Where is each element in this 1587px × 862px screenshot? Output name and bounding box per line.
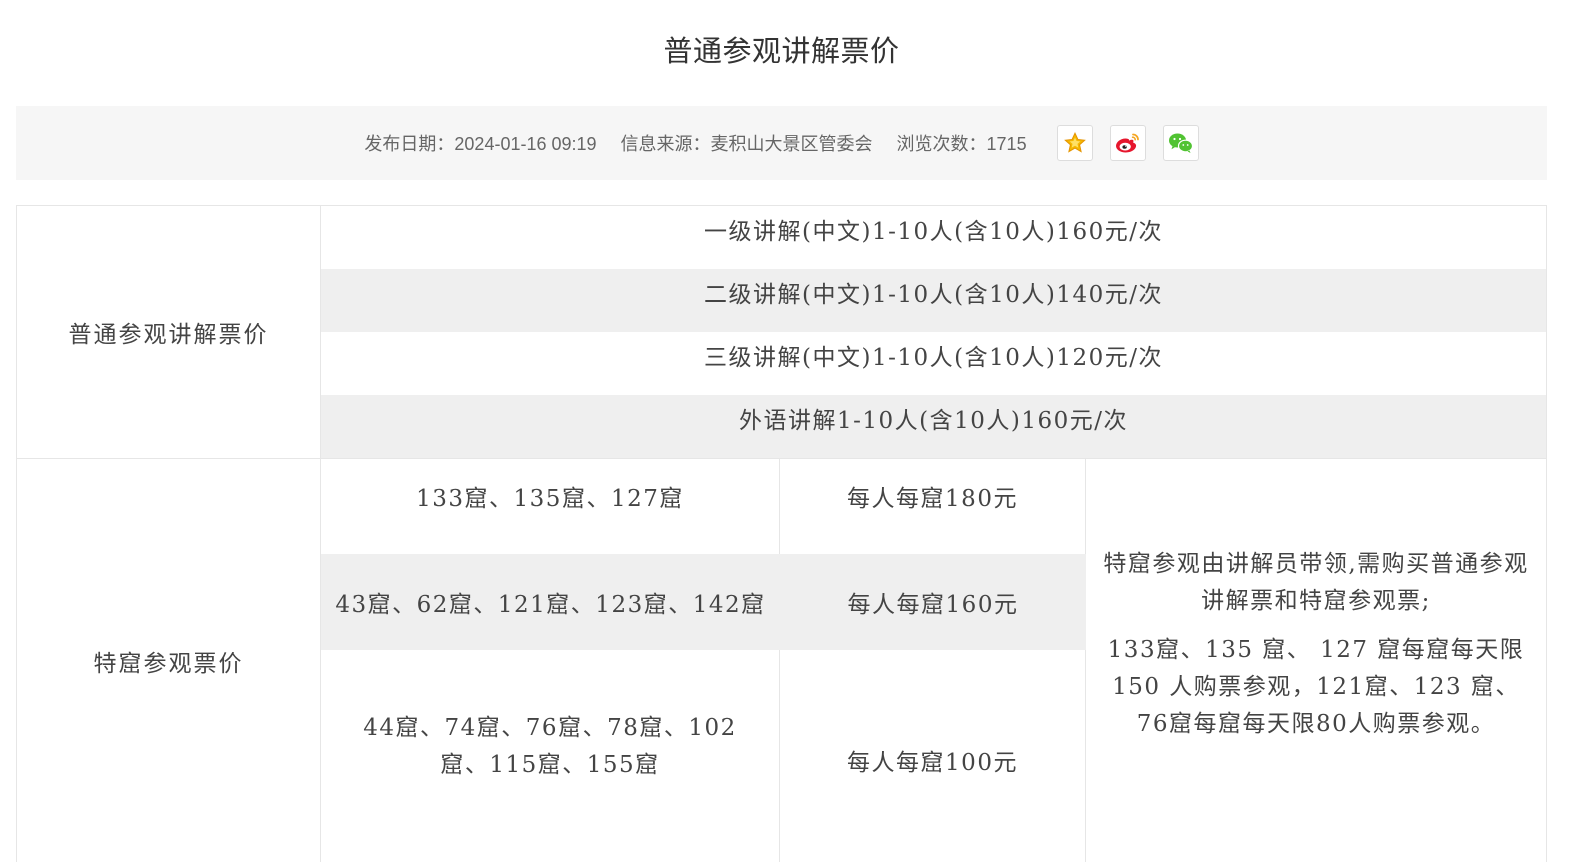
- special-cave-list: 133窟、135窟、127窟: [321, 459, 780, 554]
- guide-price-text: 外语讲解1-10人(含10人)160元/次: [738, 408, 1129, 434]
- special-cave-price: 每人每窟100元: [780, 650, 1086, 862]
- guide-price-text: 一级讲解(中文)1-10人(含10人)160元/次: [704, 219, 1163, 245]
- share-weibo-button[interactable]: [1109, 125, 1146, 161]
- guide-price-row: 三级讲解(中文)1-10人(含10人)120元/次: [321, 332, 1546, 395]
- guide-price-header-text: 普通参观讲解票价: [68, 322, 269, 348]
- guide-price-header: 普通参观讲解票价: [17, 206, 321, 459]
- view-count: 浏览次数：1715: [897, 130, 1027, 156]
- favorite-star-icon: [1063, 132, 1086, 153]
- info-source-value: 麦积山大景区管委会: [710, 134, 873, 154]
- cave-numbers: 44窟、74窟、76窟、78窟、102窟、115窟、155窟: [363, 714, 737, 778]
- special-cave-list: 44窟、74窟、76窟、78窟、102窟、115窟、155窟: [321, 650, 780, 862]
- page-title: 普通参观讲解票价: [663, 36, 900, 68]
- view-count-label: 浏览次数：: [896, 134, 987, 154]
- cave-numbers: 133窟、135窟、127窟: [416, 486, 684, 512]
- special-cave-header-text: 特窟参观票价: [93, 651, 244, 677]
- info-source: 信息来源：麦积山大景区管委会: [621, 130, 873, 156]
- wechat-icon: [1168, 133, 1193, 153]
- favorite-button[interactable]: [1056, 125, 1093, 161]
- publish-date-value: 2024-01-16 09:19: [454, 134, 597, 154]
- publish-date-label: 发布日期：: [364, 134, 455, 154]
- special-cave-notes: 特窟参观由讲解员带领,需购买普通参观讲解票和特窟参观票; 133窟、135 窟、…: [1086, 459, 1546, 829]
- note-paragraph: 133窟、135 窟、 127 窟每窟每天限150 人购票参观，121窟、123…: [1107, 636, 1525, 737]
- cave-numbers: 43窟、62窟、121窟、123窟、142窟: [335, 592, 766, 618]
- special-cave-price: 每人每窟180元: [780, 459, 1086, 554]
- cave-price-text: 每人每窟160元: [847, 592, 1019, 618]
- guide-price-text: 三级讲解(中文)1-10人(含10人)120元/次: [704, 345, 1163, 371]
- guide-price-text: 二级讲解(中文)1-10人(含10人)140元/次: [704, 282, 1163, 308]
- note-paragraph: 特窟参观由讲解员带领,需购买普通参观讲解票和特窟参观票;: [1103, 550, 1529, 614]
- guide-price-row: 一级讲解(中文)1-10人(含10人)160元/次: [321, 206, 1546, 269]
- article-meta-bar: 发布日期：2024-01-16 09:19 信息来源：麦积山大景区管委会 浏览次…: [16, 106, 1547, 180]
- cave-price-text: 每人每窟180元: [847, 486, 1018, 512]
- cave-price-text: 每人每窟100元: [847, 749, 1018, 776]
- view-count-value: 1715: [986, 134, 1027, 154]
- special-cave-header: 特窟参观票价: [17, 459, 321, 862]
- info-source-label: 信息来源：: [620, 134, 711, 154]
- special-cave-list: 43窟、62窟、121窟、123窟、142窟: [321, 554, 780, 650]
- share-wechat-button[interactable]: [1162, 125, 1199, 161]
- pricing-table: 普通参观讲解票价 一级讲解(中文)1-10人(含10人)160元/次 二级讲解(…: [16, 205, 1547, 862]
- weibo-icon: [1115, 133, 1139, 153]
- share-buttons: [1056, 125, 1199, 161]
- special-cave-price: 每人每窟160元: [780, 554, 1086, 650]
- guide-price-row: 外语讲解1-10人(含10人)160元/次: [321, 395, 1546, 459]
- publish-date: 发布日期：2024-01-16 09:19: [364, 130, 596, 156]
- guide-price-row: 二级讲解(中文)1-10人(含10人)140元/次: [321, 269, 1546, 332]
